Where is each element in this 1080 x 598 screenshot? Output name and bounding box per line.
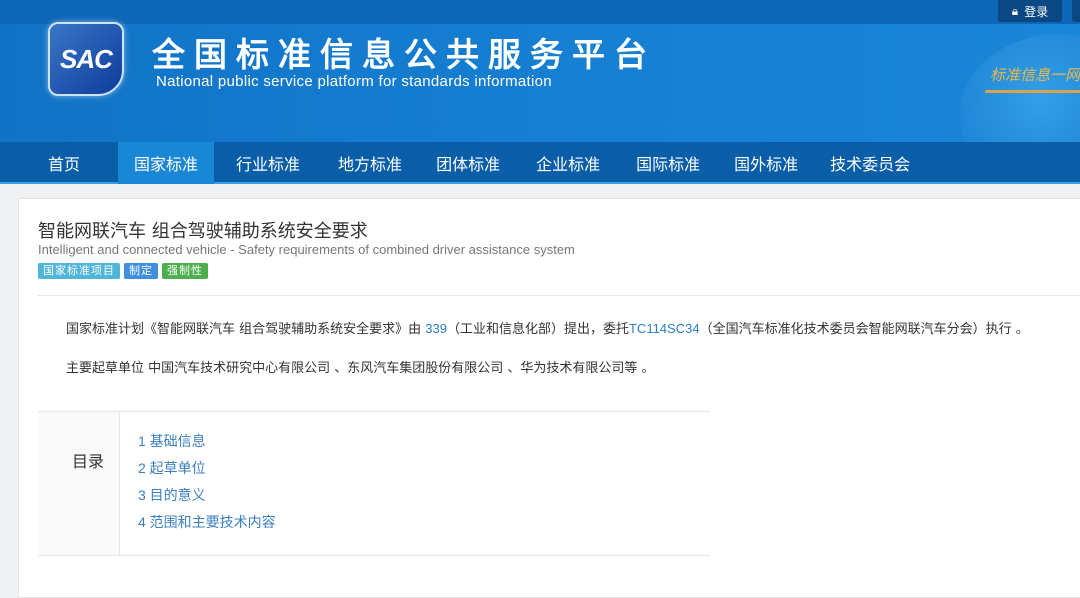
site-title: 全国标准信息公共服务平台 (152, 36, 656, 73)
nav-enterprise-standards[interactable]: 企业标准 (518, 142, 618, 184)
standard-title: 智能网联汽车 组合驾驶辅助系统安全要求 (38, 221, 368, 242)
plan-description: 国家标准计划《智能网联汽车 组合驾驶辅助系统安全要求》由 339（工业和信息化部… (66, 321, 1029, 337)
top-bar (0, 0, 1080, 24)
badge-national-project: 国家标准项目 (38, 263, 120, 279)
toc-item-purpose[interactable]: 3 目的意义 (138, 484, 276, 511)
nav-technical-committees[interactable]: 技术委员会 (814, 142, 926, 184)
toc-item-drafting-units[interactable]: 2 起草单位 (138, 457, 276, 484)
nav-national-standards[interactable]: 国家标准 (118, 142, 215, 184)
drafting-units: 主要起草单位 中国汽车技术研究中心有限公司 、东风汽车集团股份有限公司 、华为技… (66, 361, 655, 376)
toc-list: 1 基础信息 2 起草单位 3 目的意义 4 范围和主要技术内容 (120, 412, 276, 555)
org-link[interactable]: 339 (425, 321, 447, 336)
badge-group: 国家标准项目 制定 强制性 (38, 263, 208, 279)
site-subtitle: National public service platform for sta… (156, 73, 552, 90)
standard-title-en: Intelligent and connected vehicle - Safe… (38, 242, 575, 257)
nav-industry-standards[interactable]: 行业标准 (214, 142, 322, 184)
nav-home[interactable]: 首页 (0, 142, 118, 184)
badge-mandatory: 强制性 (162, 263, 208, 279)
tc-link[interactable]: TC114SC34 (629, 321, 700, 336)
nav-group-standards[interactable]: 团体标准 (418, 142, 518, 184)
sac-logo[interactable]: SAC (48, 22, 124, 96)
main-nav: 首页 国家标准 行业标准 地方标准 团体标准 企业标准 国际标准 国外标准 技术… (0, 142, 1080, 184)
lock-icon: 🔒︎ (1011, 3, 1019, 18)
divider (38, 295, 1080, 296)
toc-item-scope[interactable]: 4 范围和主要技术内容 (138, 511, 276, 538)
table-of-contents: 目录 1 基础信息 2 起草单位 3 目的意义 4 范围和主要技术内容 (38, 411, 710, 556)
toc-label: 目录 (38, 412, 120, 555)
slogan-underline (985, 90, 1080, 93)
globe-graphic (960, 34, 1080, 142)
nav-local-standards[interactable]: 地方标准 (322, 142, 418, 184)
secondary-top-button[interactable] (1072, 0, 1080, 22)
login-button[interactable]: 🔒︎ 登录 (998, 0, 1062, 22)
nav-international-standards[interactable]: 国际标准 (618, 142, 718, 184)
toc-item-basic-info[interactable]: 1 基础信息 (138, 430, 276, 457)
nav-foreign-standards[interactable]: 国外标准 (718, 142, 814, 184)
slogan-text: 标准信息一网 (990, 66, 1080, 84)
badge-formulation: 制定 (124, 263, 158, 279)
